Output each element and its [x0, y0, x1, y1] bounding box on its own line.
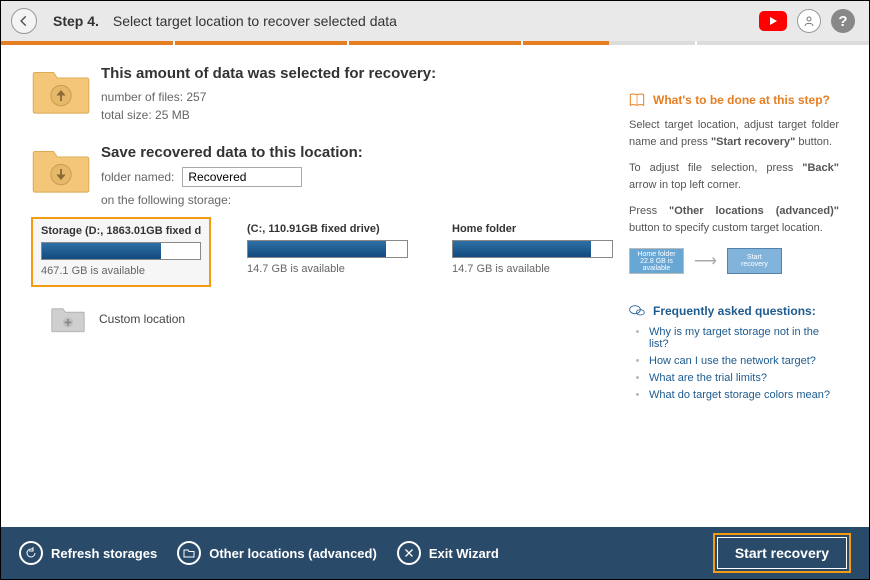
- refresh-storages-button[interactable]: Refresh storages: [19, 541, 157, 565]
- step-number: Step 4.: [53, 13, 99, 29]
- storage-card[interactable]: Home folder 14.7 GB is available: [444, 217, 621, 287]
- folder-name-label: folder named:: [101, 168, 174, 186]
- storage-title: Storage (D:, 1863.01GB fixed drive): [41, 225, 201, 237]
- faq-list: Why is my target storage not in the list…: [629, 326, 839, 401]
- summary-section: This amount of data was selected for rec…: [31, 65, 621, 124]
- youtube-icon[interactable]: [759, 11, 787, 31]
- faq-heading: Frequently asked questions:: [629, 304, 839, 318]
- faq-link[interactable]: Why is my target storage not in the list…: [649, 326, 819, 350]
- storage-bar: [41, 242, 201, 260]
- save-section: Save recovered data to this location: fo…: [31, 144, 621, 209]
- summary-size: total size: 25 MB: [101, 106, 436, 124]
- folder-down-icon: [31, 144, 91, 194]
- custom-location-label: Custom location: [99, 312, 185, 326]
- folder-up-icon: [31, 65, 91, 115]
- book-icon: [629, 93, 645, 107]
- storage-list: Storage (D:, 1863.01GB fixed drive) 467.…: [31, 217, 621, 287]
- storage-title: Home folder: [452, 223, 613, 235]
- arrow-left-icon: [17, 14, 31, 28]
- step-title: Select target location to recover select…: [113, 13, 397, 29]
- refresh-icon: [19, 541, 43, 565]
- summary-files: number of files: 257: [101, 88, 436, 106]
- folder-plus-icon: [51, 305, 85, 333]
- other-locations-button[interactable]: Other locations (advanced): [177, 541, 377, 565]
- save-heading: Save recovered data to this location:: [101, 144, 621, 161]
- start-recovery-button[interactable]: Start recovery: [713, 533, 851, 573]
- summary-heading: This amount of data was selected for rec…: [101, 65, 436, 82]
- thumb-start: Start recovery: [727, 248, 782, 274]
- sidebar-illustration: Home folder 22.8 GB is available ⟶ Start…: [629, 248, 839, 274]
- storage-card[interactable]: (C:, 110.91GB fixed drive) 14.7 GB is av…: [239, 217, 416, 287]
- chat-icon: [629, 304, 645, 318]
- help-icon[interactable]: ?: [831, 9, 855, 33]
- sidebar-para-2: To adjust file selection, press "Back" a…: [629, 160, 839, 193]
- faq-link[interactable]: What are the trial limits?: [649, 372, 767, 384]
- storage-bar: [452, 240, 613, 258]
- faq-link[interactable]: What do target storage colors mean?: [649, 389, 830, 401]
- account-icon[interactable]: [797, 9, 821, 33]
- storage-card[interactable]: Storage (D:, 1863.01GB fixed drive) 467.…: [31, 217, 211, 287]
- arrow-right-icon: ⟶: [694, 251, 717, 271]
- footer-bar: Refresh storages Other locations (advanc…: [1, 527, 869, 579]
- close-icon: [397, 541, 421, 565]
- back-button[interactable]: [11, 8, 37, 34]
- thumb-homefolder: Home folder 22.8 GB is available: [629, 248, 684, 274]
- faq-link[interactable]: How can I use the network target?: [649, 355, 816, 367]
- storage-available: 14.7 GB is available: [247, 263, 408, 275]
- folder-name-input[interactable]: [182, 167, 302, 187]
- storage-bar: [247, 240, 408, 258]
- exit-wizard-button[interactable]: Exit Wizard: [397, 541, 499, 565]
- storage-title: (C:, 110.91GB fixed drive): [247, 223, 408, 235]
- wizard-progress: [1, 41, 869, 45]
- custom-location-button[interactable]: Custom location: [51, 305, 621, 333]
- storage-available: 14.7 GB is available: [452, 263, 613, 275]
- folder-icon: [177, 541, 201, 565]
- sidebar-para-1: Select target location, adjust target fo…: [629, 117, 839, 150]
- storage-available: 467.1 GB is available: [41, 265, 201, 277]
- sidebar-para-3: Press "Other locations (advanced)" butto…: [629, 203, 839, 236]
- header-bar: Step 4. Select target location to recove…: [1, 1, 869, 41]
- storage-label: on the following storage:: [101, 191, 621, 209]
- sidebar-heading: What's to be done at this step?: [629, 93, 839, 107]
